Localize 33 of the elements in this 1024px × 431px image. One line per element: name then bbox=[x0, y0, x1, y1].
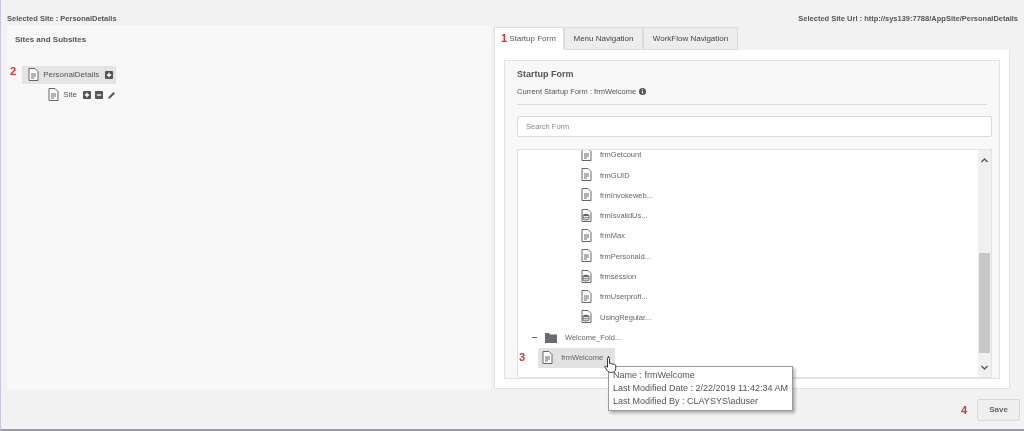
database-document-icon bbox=[581, 208, 592, 223]
tooltip-line: Last Modified Date : 2/22/2019 11:42:34 AM bbox=[613, 382, 788, 395]
tab[interactable]: Menu Navigation bbox=[564, 27, 643, 50]
folder-icon bbox=[545, 332, 557, 344]
annotation-number: 3 bbox=[519, 352, 526, 364]
document-icon bbox=[581, 249, 592, 264]
remove-icon[interactable] bbox=[94, 91, 103, 99]
save-button[interactable]: Save bbox=[977, 399, 1020, 421]
annotation-number: 4 bbox=[960, 404, 967, 416]
document-icon bbox=[581, 188, 592, 203]
tab[interactable]: WorkFlow Navigation bbox=[643, 27, 738, 50]
tree-item[interactable]: PersonalDetails bbox=[22, 66, 117, 84]
add-icon[interactable] bbox=[82, 91, 91, 99]
document-icon bbox=[542, 350, 554, 365]
document-icon bbox=[581, 168, 592, 183]
database-document-icon bbox=[581, 310, 592, 325]
collapse-icon[interactable] bbox=[532, 335, 537, 341]
tooltip-line: Name : frmWelcome bbox=[613, 369, 696, 382]
annotation-number: 1 bbox=[501, 33, 508, 44]
document-icon bbox=[48, 88, 60, 102]
panel-title: Sites and Subsites bbox=[14, 34, 88, 46]
document-icon bbox=[581, 229, 592, 244]
tab[interactable]: 1 Startup Form bbox=[494, 27, 564, 50]
info-icon bbox=[639, 87, 647, 95]
tree-item[interactable]: Site bbox=[42, 86, 122, 104]
document-icon bbox=[28, 68, 40, 82]
database-document-icon bbox=[581, 269, 592, 284]
add-icon[interactable] bbox=[105, 71, 114, 79]
section-title: Startup Form bbox=[517, 68, 575, 81]
document-icon bbox=[581, 289, 592, 304]
tooltip-line: Last Modified By : CLAYSYS\aduser bbox=[613, 395, 759, 408]
edit-icon[interactable] bbox=[106, 90, 116, 100]
annotation-number: 2 bbox=[10, 66, 17, 77]
